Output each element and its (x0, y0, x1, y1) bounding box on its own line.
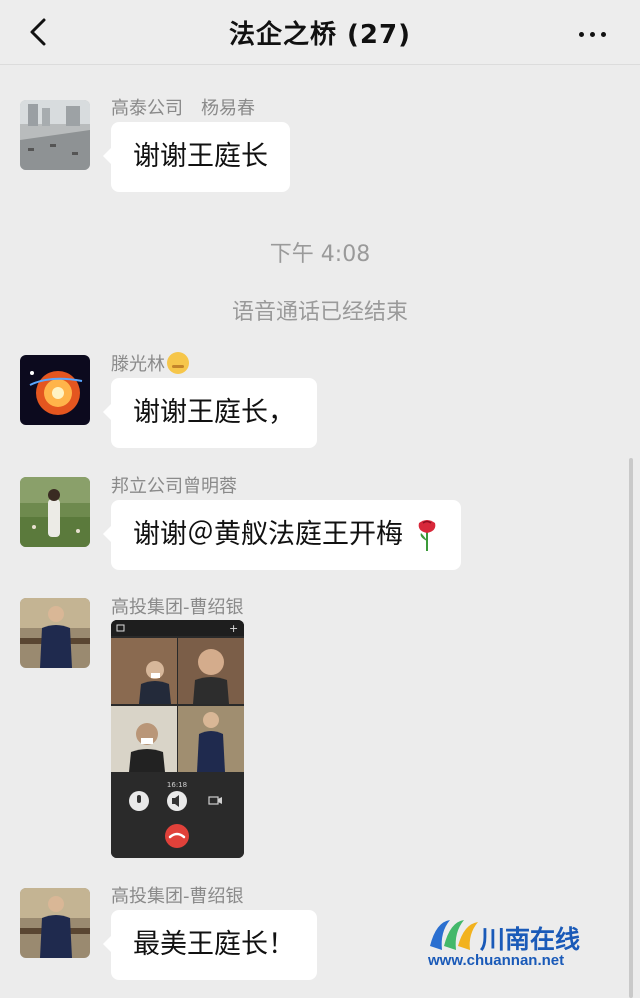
chat-title: 法企之桥 (27) (229, 20, 411, 50)
sender-name: 高泰公司 杨易春 (111, 98, 255, 119)
svg-text:+: + (229, 622, 238, 635)
watermark-logo-icon (430, 920, 478, 950)
system-notice: 语音通话已经结束 (231, 300, 408, 325)
avatar[interactable] (20, 598, 90, 668)
avatar[interactable] (20, 355, 90, 425)
sender-name: 高投集团-曹绍银 (111, 597, 244, 618)
chat-header: 法企之桥 (27) (0, 0, 640, 65)
rose-emoji-icon (418, 520, 436, 551)
message-bubble[interactable]: 谢谢王庭长， (103, 378, 317, 448)
avatar[interactable] (20, 477, 90, 547)
smile-emoji-icon (167, 352, 189, 374)
scrollbar[interactable] (629, 458, 633, 998)
video-call-screenshot-image[interactable]: + 16:18 (111, 620, 244, 858)
sender-name: 高投集团-曹绍银 (111, 886, 244, 907)
avatar[interactable] (20, 888, 90, 958)
message-bubble[interactable]: 谢谢＠黄舣法庭王开梅 (103, 500, 461, 570)
sender-name: 邦立公司曾明蓉 (111, 476, 237, 497)
watermark-url: www.chuannan.net (428, 952, 565, 969)
avatar[interactable] (20, 100, 90, 170)
message-bubble[interactable]: 最美王庭长！ (103, 910, 317, 980)
watermark: 川南在线 www.chuannan.net (418, 912, 628, 980)
timestamp: 下午 4:08 (269, 242, 371, 267)
sender-name: 滕光林 (111, 350, 189, 376)
call-time: 16:18 (167, 781, 187, 789)
watermark-brand: 川南在线 (480, 925, 581, 954)
more-options-icon[interactable] (576, 22, 612, 42)
sender-name-text: 滕光林 (111, 354, 165, 375)
message-text: 谢谢＠黄舣法庭王开梅 (133, 519, 403, 550)
message-bubble[interactable]: 谢谢王庭长 (103, 122, 290, 192)
